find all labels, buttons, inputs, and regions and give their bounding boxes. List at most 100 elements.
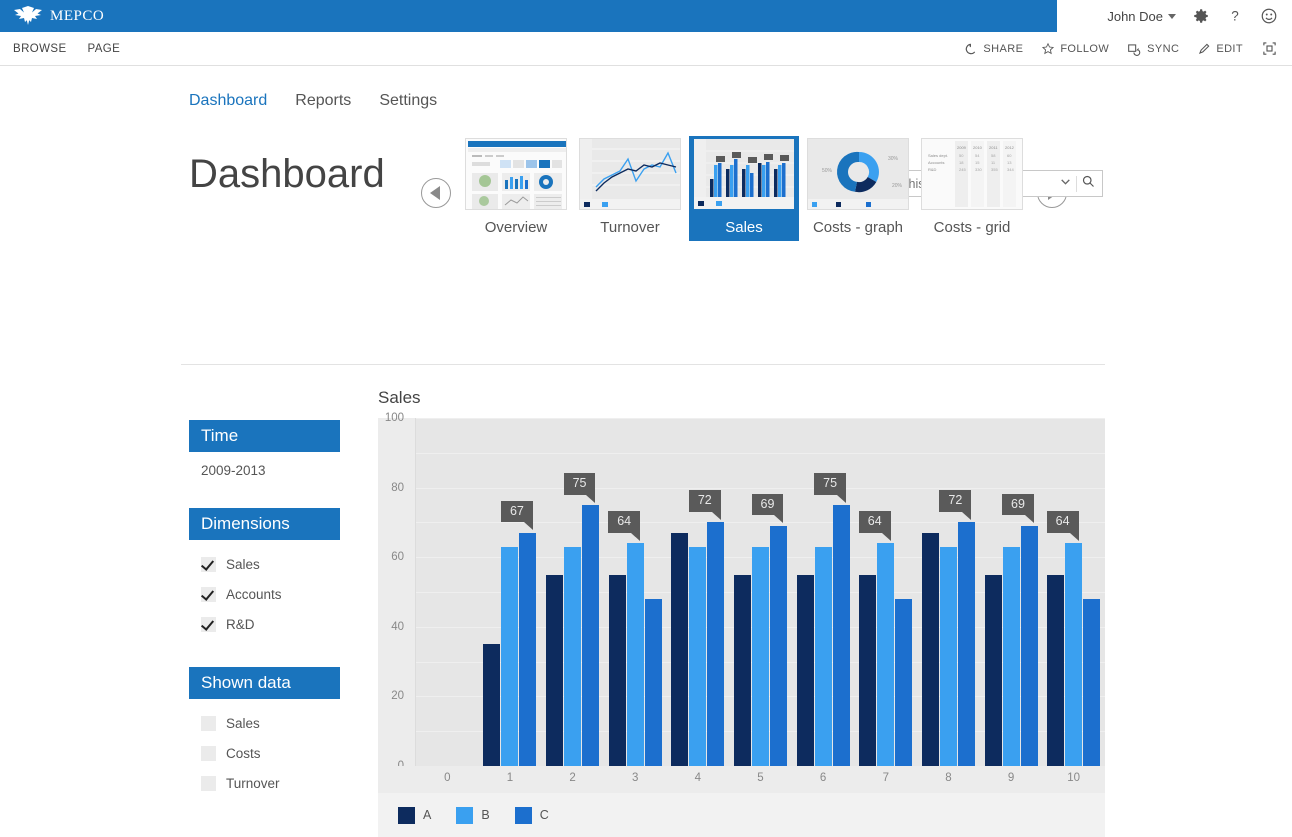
bar-group[interactable]: [796, 505, 850, 766]
dimension-label: R&D: [226, 616, 255, 632]
bar-b[interactable]: [626, 543, 644, 766]
user-menu[interactable]: John Doe: [1107, 9, 1176, 24]
bar-c[interactable]: [707, 522, 725, 766]
dimension-option-sales[interactable]: Sales: [201, 549, 340, 579]
bar-b[interactable]: [689, 546, 707, 766]
checkbox-icon[interactable]: [201, 715, 216, 731]
shown-data-option-costs[interactable]: Costs: [201, 738, 340, 768]
checkbox-icon[interactable]: [201, 775, 216, 791]
bar-c[interactable]: [582, 505, 600, 766]
site-nav-item-dashboard[interactable]: Dashboard: [189, 92, 267, 114]
ribbon-tab-browse[interactable]: BROWSE: [13, 43, 67, 55]
bar-b[interactable]: [877, 543, 895, 766]
x-axis-tick-label: 3: [632, 772, 639, 784]
dimension-label: Accounts: [226, 586, 282, 602]
bar-b[interactable]: [501, 546, 519, 766]
shown-data-option-turnover[interactable]: Turnover: [201, 768, 340, 798]
carousel-item-costs-graph[interactable]: 50% 30% 20% Costs - graph: [803, 136, 913, 239]
bar-c[interactable]: [1083, 598, 1101, 766]
legend-label: A: [423, 808, 432, 822]
bar-group[interactable]: [483, 532, 537, 766]
bar-b[interactable]: [564, 546, 582, 766]
bar-group[interactable]: [1047, 543, 1101, 766]
bar-a[interactable]: [671, 532, 689, 766]
bar-b[interactable]: [939, 546, 957, 766]
smiley-face-icon[interactable]: [1260, 7, 1278, 25]
bar-a[interactable]: [921, 532, 939, 766]
dimension-option-rnd[interactable]: R&D: [201, 609, 340, 639]
legend-item-c[interactable]: C: [514, 806, 549, 824]
time-range-value[interactable]: 2009-2013: [201, 461, 340, 480]
bar-a[interactable]: [734, 574, 751, 766]
ribbon-tab-page[interactable]: PAGE: [88, 43, 121, 55]
bar-a[interactable]: [984, 574, 1002, 766]
suite-bar-brand-area: MEPCO: [0, 0, 1057, 32]
sync-button[interactable]: SYNC: [1127, 42, 1179, 56]
bar-group[interactable]: [859, 543, 913, 766]
bar-value-callout: 69: [751, 493, 784, 523]
dimension-label: Sales: [226, 556, 260, 572]
bar-c[interactable]: [957, 522, 975, 766]
carousel-item-turnover[interactable]: Turnover: [575, 136, 685, 239]
carousel-item-label: Costs - graph: [812, 219, 904, 236]
checkbox-icon[interactable]: [201, 616, 216, 632]
filter-title-dimensions: Dimensions: [189, 508, 340, 540]
svg-text:355: 355: [991, 167, 998, 172]
carousel-item-sales[interactable]: Sales: [689, 136, 799, 241]
chevron-down-icon: [1168, 13, 1176, 19]
site-nav-item-settings[interactable]: Settings: [379, 92, 437, 114]
bar-group[interactable]: [921, 522, 975, 766]
bar-group[interactable]: [608, 543, 662, 766]
checkbox-icon[interactable]: [201, 586, 216, 602]
bar-c[interactable]: [644, 598, 662, 766]
svg-text:344: 344: [1007, 167, 1014, 172]
bar-c[interactable]: [770, 525, 787, 766]
bar-a[interactable]: [1047, 574, 1065, 766]
chevron-down-icon[interactable]: [1059, 175, 1072, 193]
dimension-option-accounts[interactable]: Accounts: [201, 579, 340, 609]
bar-value-callout: 64: [608, 511, 641, 541]
bar-b[interactable]: [752, 546, 769, 766]
bar-c[interactable]: [832, 505, 850, 766]
carousel-item-costs-grid[interactable]: 2009 2010 2011 2012 Sales dept. Accounts R&D …: [917, 136, 1027, 239]
svg-text:?: ?: [1231, 9, 1239, 24]
bar-c[interactable]: [519, 532, 537, 766]
bar-c[interactable]: [895, 598, 913, 766]
x-axis-tick-label: 6: [819, 772, 827, 784]
magnifier-icon[interactable]: [1081, 174, 1096, 194]
svg-text:30%: 30%: [888, 156, 899, 162]
legend-item-a[interactable]: A: [398, 806, 432, 824]
bar-group[interactable]: [671, 522, 725, 766]
bar-a[interactable]: [546, 574, 564, 766]
checkbox-icon[interactable]: [201, 745, 216, 761]
svg-text:2010: 2010: [973, 145, 983, 150]
thumbnail-preview-bar-chart: [693, 138, 795, 210]
question-mark-icon[interactable]: ?: [1226, 7, 1244, 25]
x-axis: 0 1 2 3 4 5 6 7 8 9 10: [378, 766, 1105, 793]
legend-item-b[interactable]: B: [456, 806, 490, 824]
carousel-item-overview[interactable]: Overview: [461, 136, 571, 239]
bar-a[interactable]: [796, 574, 814, 766]
bar-b[interactable]: [1065, 543, 1083, 766]
bar-b[interactable]: [814, 546, 832, 766]
shown-data-option-sales[interactable]: Sales: [201, 708, 340, 738]
bar-group[interactable]: [984, 525, 1038, 766]
gear-icon[interactable]: [1192, 7, 1210, 25]
bar-c[interactable]: [1020, 525, 1038, 766]
edit-label: EDIT: [1216, 42, 1243, 55]
bar-a[interactable]: [608, 574, 626, 766]
follow-button[interactable]: FOLLOW: [1041, 42, 1109, 56]
carousel-prev-button[interactable]: [421, 178, 451, 208]
bar-b[interactable]: [1002, 546, 1020, 766]
site-nav-item-reports[interactable]: Reports: [295, 92, 351, 114]
checkbox-icon[interactable]: [201, 556, 216, 572]
bar-a[interactable]: [483, 644, 501, 766]
brand[interactable]: MEPCO: [13, 5, 104, 27]
edit-button[interactable]: EDIT: [1197, 42, 1243, 56]
y-axis-band: [378, 418, 416, 766]
bar-a[interactable]: [859, 574, 877, 766]
bar-group[interactable]: [546, 505, 600, 766]
focus-on-content-button[interactable]: [1261, 41, 1278, 56]
bar-group[interactable]: [734, 525, 787, 766]
share-button[interactable]: SHARE: [964, 42, 1023, 56]
